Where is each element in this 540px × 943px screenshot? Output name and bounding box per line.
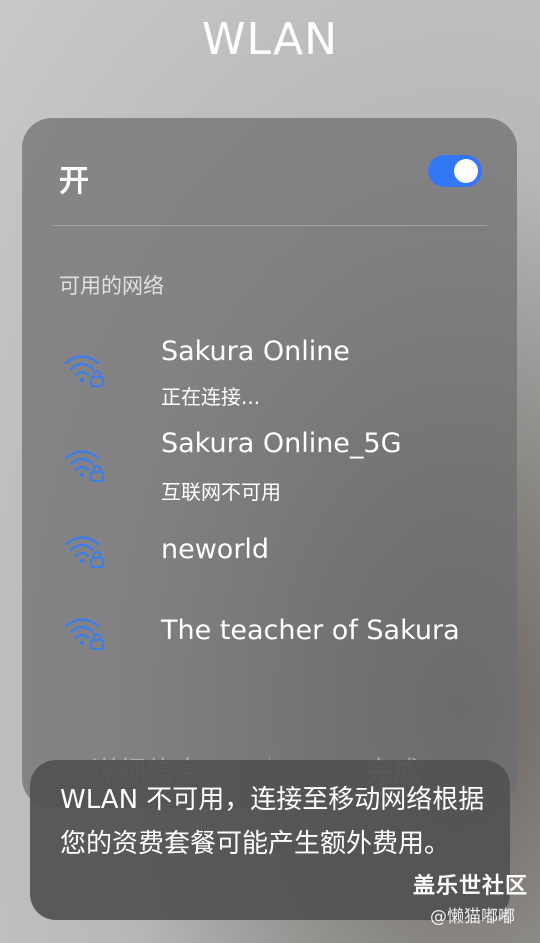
network-name: Sakura Online — [161, 336, 350, 367]
page-title: WLAN — [201, 14, 339, 65]
wifi-lock-icon — [64, 355, 104, 387]
network-item[interactable]: Sakura Online 正在连接... — [22, 328, 517, 409]
divider — [52, 225, 487, 226]
toast-message: WLAN 不可用，连接至移动网络根据您的资费套餐可能产生额外费用。 — [60, 785, 485, 859]
network-name: neworld — [161, 534, 270, 565]
wifi-lock-icon — [64, 450, 104, 482]
wlan-state-label: 开 — [59, 164, 89, 199]
network-item[interactable]: Sakura Online_5G 互联网不可用 — [22, 423, 517, 504]
watermark-site: 盖乐世社区 — [413, 874, 529, 899]
network-item[interactable]: The teacher of Sakura — [22, 600, 517, 680]
network-name: The teacher of Sakura — [161, 615, 460, 646]
available-networks-label: 可用的网络 — [59, 274, 164, 298]
wlan-toggle[interactable] — [428, 155, 482, 187]
wlan-panel: 开 可用的网络 Sakura Online 正在连接... Sakura Onl… — [22, 118, 517, 808]
network-status: 互联网不可用 — [161, 480, 281, 504]
network-item[interactable]: neworld — [22, 518, 517, 598]
watermark-user: @懒猫嘟嘟 — [430, 907, 515, 927]
network-status: 正在连接... — [161, 385, 261, 409]
wlan-toggle-row[interactable]: 开 — [22, 118, 517, 226]
toggle-knob — [454, 159, 478, 183]
network-name: Sakura Online_5G — [161, 428, 402, 459]
wifi-lock-icon — [64, 618, 104, 650]
wifi-lock-icon — [64, 536, 104, 568]
